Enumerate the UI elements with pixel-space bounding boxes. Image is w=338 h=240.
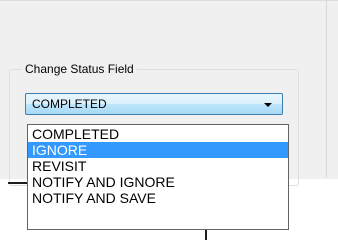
combobox-value: COMPLETED	[32, 97, 107, 111]
background-line	[8, 182, 27, 184]
status-dropdown-list: COMPLETED IGNORE REVISIT NOTIFY AND IGNO…	[27, 124, 289, 230]
chevron-down-icon[interactable]	[264, 103, 272, 107]
groupbox-title: Change Status Field	[22, 62, 137, 76]
dropdown-option-notify-and-save[interactable]: NOTIFY AND SAVE	[28, 190, 288, 206]
status-combobox[interactable]: COMPLETED	[25, 93, 283, 115]
dropdown-option-revisit[interactable]: REVISIT	[28, 158, 288, 174]
background-line	[205, 230, 207, 240]
dropdown-option-completed[interactable]: COMPLETED	[28, 126, 288, 142]
dropdown-option-notify-and-ignore[interactable]: NOTIFY AND IGNORE	[28, 174, 288, 190]
dropdown-option-ignore[interactable]: IGNORE	[28, 142, 288, 158]
panel-divider	[326, 0, 327, 178]
